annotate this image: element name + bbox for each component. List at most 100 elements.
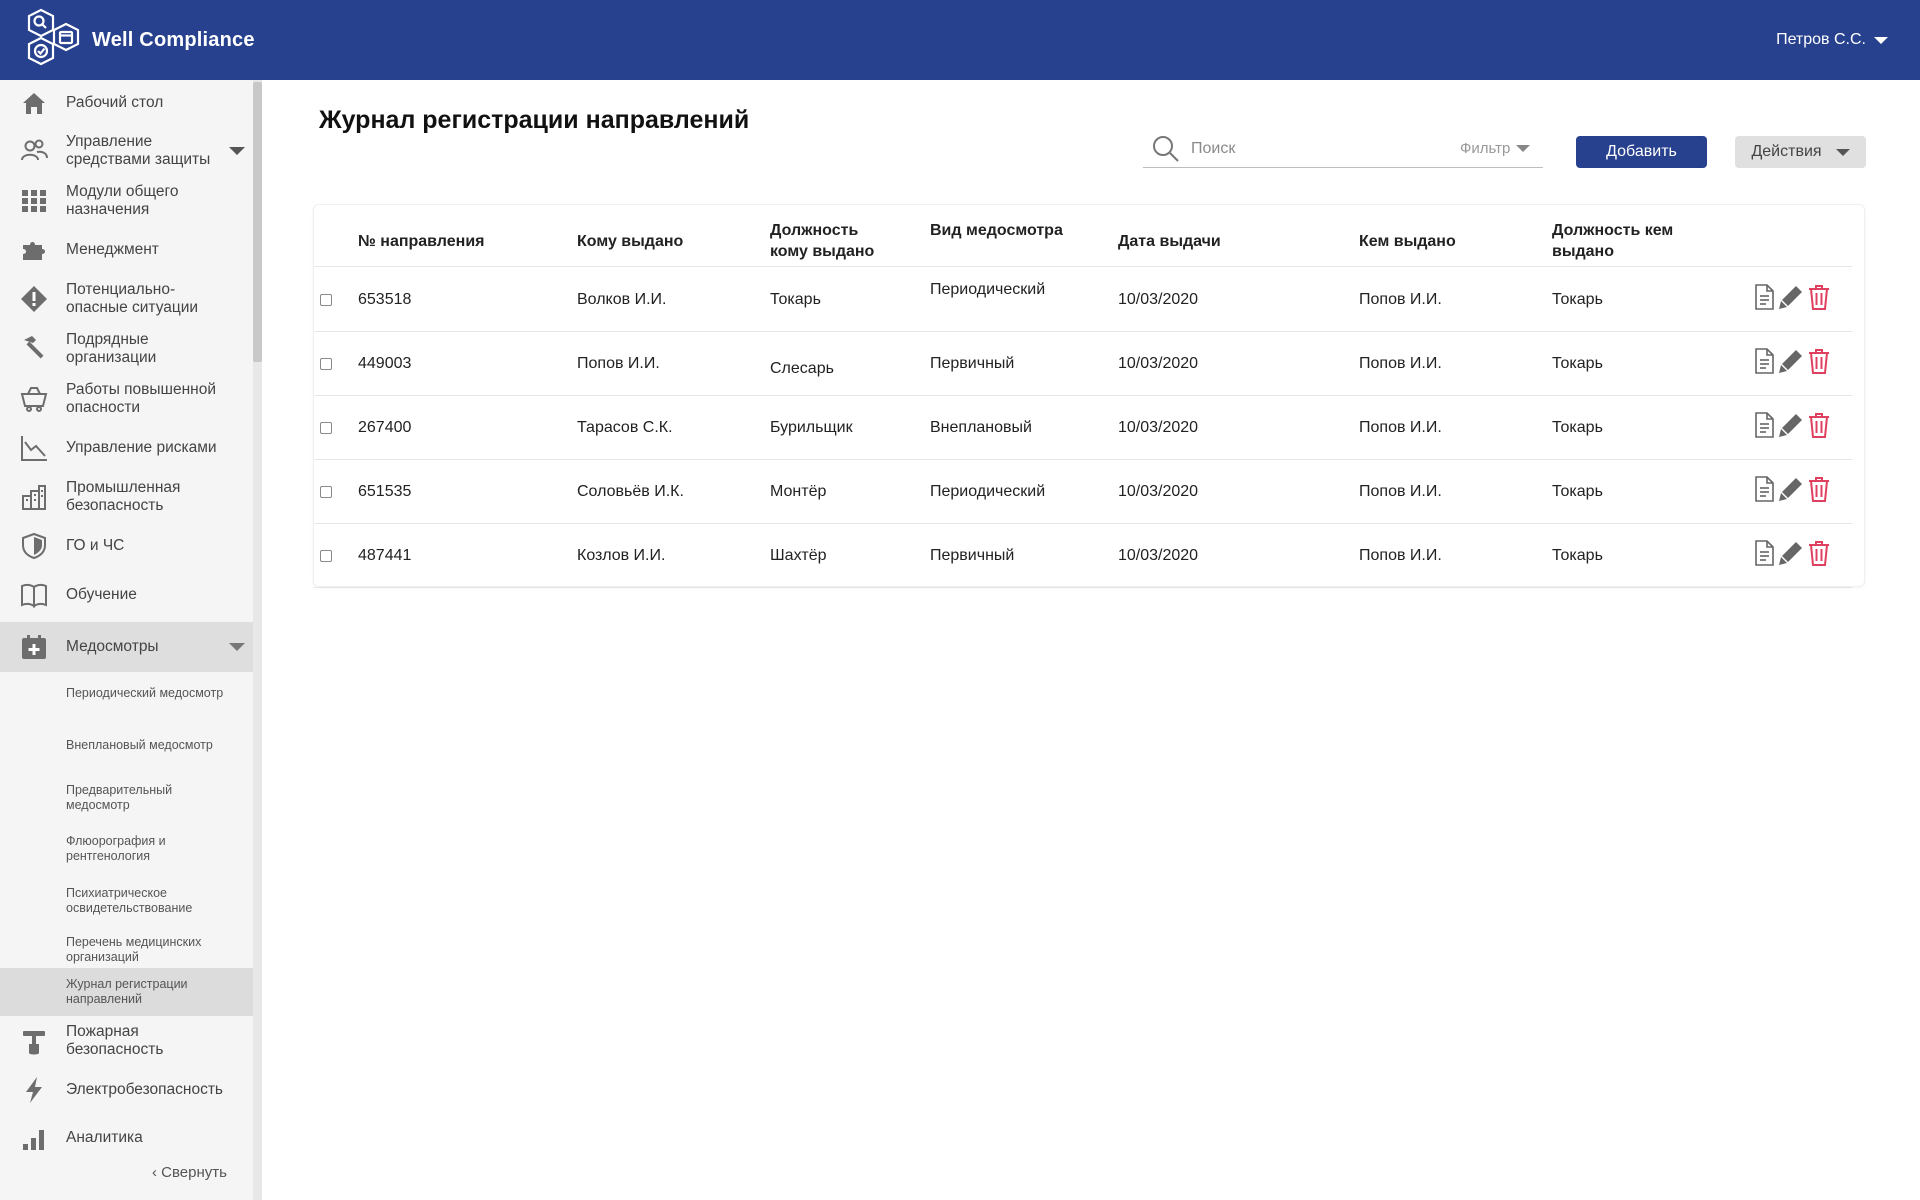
submenu-item-preliminary[interactable]: Предварительный медосмотр: [0, 778, 253, 827]
actions-dropdown-button[interactable]: Действия: [1735, 136, 1866, 168]
submenu-item-label: Журнал регистрации направлений: [66, 977, 188, 1006]
cell-exam-type: Первичный: [930, 355, 1015, 372]
document-icon[interactable]: [1752, 284, 1776, 310]
trash-icon[interactable]: [1807, 476, 1831, 502]
table-row[interactable]: 449003 Попов И.И. Слесарь Первичный 10/03/20…: [314, 332, 1852, 396]
users-icon: [21, 139, 48, 161]
column-header-exam-type[interactable]: Вид медосмотра: [930, 220, 1063, 241]
sidebar-item-management[interactable]: Менеджмент: [0, 226, 253, 274]
cell-issued-to: Тарасов С.К.: [577, 419, 673, 436]
sidebar-item-medical-exams[interactable]: Медосмотры: [0, 622, 253, 672]
sidebar-item-training[interactable]: Обучение: [0, 570, 253, 620]
document-icon[interactable]: [1752, 348, 1776, 374]
search-input[interactable]: [1191, 138, 1431, 160]
chevron-down-icon: [229, 147, 245, 155]
sidebar-item-label: Менеджмент: [66, 241, 159, 258]
table-header: № направления Кому выдано Должность кому…: [314, 205, 1852, 267]
brand[interactable]: Well Compliance: [20, 5, 255, 75]
sidebar-item-high-risk-works[interactable]: Работы повышенной опасности: [0, 374, 253, 424]
column-header-issue-date[interactable]: Дата выдачи: [1118, 231, 1221, 252]
sidebar-item-protection[interactable]: Управление средствами защиты: [0, 126, 253, 176]
sidebar-item-hazards[interactable]: Потенциально-опасные ситуации: [0, 274, 253, 324]
sidebar-item-civil-defense[interactable]: ГО и ЧС: [0, 522, 253, 570]
cell-issued-by-position: Токарь: [1552, 547, 1603, 564]
submenu-item-referral-journal[interactable]: Журнал регистрации направлений: [0, 968, 253, 1016]
column-header-issued-by-position[interactable]: Должность кем выдано: [1552, 220, 1702, 262]
trash-icon[interactable]: [1807, 412, 1831, 438]
table-row[interactable]: 267400 Тарасов С.К. Бурильщик Внеплановый 10…: [314, 396, 1852, 460]
page-title: Журнал регистрации направлений: [319, 106, 750, 134]
sidebar-item-label: Управление средствами защиты: [66, 133, 211, 168]
document-icon[interactable]: [1752, 540, 1776, 566]
sidebar-item-industrial-safety[interactable]: Промышленная безопасность: [0, 472, 253, 522]
sidebar-item-desktop[interactable]: Рабочий стол: [0, 80, 253, 126]
sidebar-item-label: Промышленная безопасность: [66, 479, 181, 514]
submenu-item-medical-orgs[interactable]: Перечень медицинских организаций: [0, 925, 253, 974]
row-checkbox[interactable]: [320, 486, 332, 498]
trash-icon[interactable]: [1807, 284, 1831, 310]
sidebar-item-analytics[interactable]: Аналитика: [0, 1114, 253, 1164]
sidebar-item-label: Управление рисками: [66, 439, 217, 456]
add-button[interactable]: Добавить: [1576, 136, 1707, 168]
cell-issued-to-position: Бурильщик: [770, 419, 853, 436]
document-icon[interactable]: [1752, 412, 1776, 438]
row-checkbox[interactable]: [320, 550, 332, 562]
search-icon[interactable]: [1151, 134, 1181, 164]
home-icon: [23, 93, 45, 114]
cell-issued-to: Козлов И.И.: [577, 547, 666, 564]
pencil-icon[interactable]: [1778, 284, 1802, 310]
table-row[interactable]: 653518 Волков И.И. Токарь Периодический 10/0…: [314, 268, 1852, 332]
sidebar-item-contractors[interactable]: Подрядные организации: [0, 324, 253, 374]
sidebar-item-fire-safety[interactable]: Пожарная безопасность: [0, 1016, 253, 1066]
trash-icon[interactable]: [1807, 540, 1831, 566]
search-bar: Фильтр: [1143, 130, 1543, 168]
trash-icon[interactable]: [1807, 348, 1831, 374]
grid-icon: [22, 190, 46, 212]
sidebar-item-label: Подрядные организации: [66, 331, 157, 366]
pencil-icon[interactable]: [1778, 476, 1802, 502]
sidebar-item-modules[interactable]: Модули общего назначения: [0, 176, 253, 226]
hammer-icon: [24, 336, 44, 359]
submenu-item-label: Периодический медосмотр: [66, 686, 224, 700]
chart-line-icon: [21, 436, 47, 461]
row-checkbox[interactable]: [320, 358, 332, 370]
cell-exam-type: Внеплановый: [930, 419, 1032, 436]
cell-issued-by-position: Токарь: [1552, 483, 1603, 500]
submenu-item-label: Внеплановый медосмотр: [66, 738, 213, 752]
submenu-item-periodic[interactable]: Периодический медосмотр: [0, 674, 253, 726]
sidebar-item-risks[interactable]: Управление рисками: [0, 424, 253, 472]
pencil-icon[interactable]: [1778, 540, 1802, 566]
cell-number: 653518: [358, 291, 412, 308]
document-icon[interactable]: [1752, 476, 1776, 502]
submenu-item-unscheduled[interactable]: Внеплановый медосмотр: [0, 726, 253, 778]
row-checkbox[interactable]: [320, 294, 332, 306]
book-icon: [21, 583, 47, 608]
sidebar-collapse-button[interactable]: ‹ Свернуть: [152, 1164, 227, 1181]
cell-issue-date: 10/03/2020: [1118, 547, 1199, 564]
submenu-item-psychiatric[interactable]: Психиатрическое освидетельствование: [0, 876, 253, 925]
user-menu[interactable]: Петров С.С.: [1776, 31, 1888, 49]
sidebar-scroll-thumb[interactable]: [253, 82, 262, 362]
column-header-issued-to-position[interactable]: Должность кому выдано: [770, 220, 900, 262]
submenu-item-label: Флюорография и рентгенология: [66, 834, 166, 863]
fire-extinguisher-icon: [23, 1031, 45, 1055]
cell-issued-by-position: Токарь: [1552, 355, 1603, 372]
pencil-icon[interactable]: [1778, 348, 1802, 374]
cell-exam-type: Периодический: [930, 281, 1046, 298]
filter-dropdown[interactable]: Фильтр: [1460, 140, 1531, 157]
table-row[interactable]: 487441 Козлов И.И. Шахтёр Первичный 10/03/20…: [314, 524, 1852, 588]
table-row[interactable]: 651535 Соловьёв И.К. Монтёр Периодический 10…: [314, 460, 1852, 524]
cell-issued-by: Попов И.И.: [1359, 419, 1442, 436]
column-header-issued-by[interactable]: Кем выдано: [1359, 231, 1456, 252]
column-header-issued-to[interactable]: Кому выдано: [577, 231, 683, 252]
cell-issued-by: Попов И.И.: [1359, 291, 1442, 308]
cell-issued-to-position: Монтёр: [770, 483, 827, 500]
submenu-item-fluorography[interactable]: Флюорография и рентгенология: [0, 827, 253, 876]
actions-label: Действия: [1751, 143, 1822, 160]
column-header-number[interactable]: № направления: [358, 231, 485, 252]
cell-issue-date: 10/03/2020: [1118, 483, 1199, 500]
pencil-icon[interactable]: [1778, 412, 1802, 438]
sidebar-item-electrical-safety[interactable]: Электробезопасность: [0, 1066, 253, 1114]
row-checkbox[interactable]: [320, 422, 332, 434]
sidebar-item-label: Работы повышенной опасности: [66, 381, 216, 416]
